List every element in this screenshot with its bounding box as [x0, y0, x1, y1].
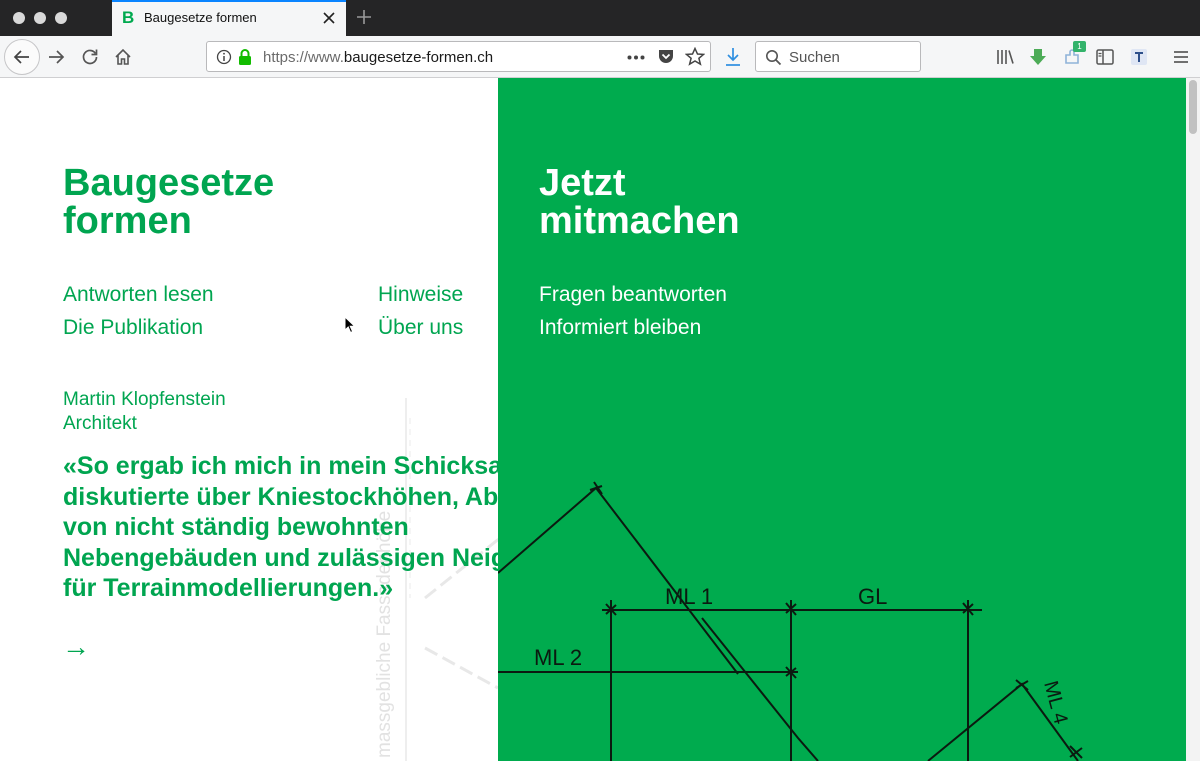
search-input[interactable]: Suchen	[755, 41, 921, 72]
forward-button[interactable]	[41, 42, 71, 72]
tab-baugesetze[interactable]: B Baugesetze formen	[112, 0, 346, 36]
author-role: Architekt	[63, 413, 137, 434]
sidebar-button[interactable]	[1090, 42, 1120, 72]
search-placeholder: Suchen	[789, 49, 840, 66]
back-arrow-icon	[13, 50, 29, 64]
library-icon	[997, 50, 1014, 64]
plan-label-ml4: ML 4	[1039, 679, 1072, 727]
read-more-arrow-icon[interactable]: →	[62, 632, 90, 662]
close-window-button[interactable]	[13, 12, 25, 24]
sidebar-icon	[1096, 49, 1114, 65]
url-bar[interactable]: https://www.baugesetze-formen.ch	[206, 41, 711, 72]
plan-label-ml1: ML 1	[665, 584, 713, 609]
lock-icon[interactable]	[237, 48, 253, 66]
tab-strip: B Baugesetze formen	[0, 0, 1200, 36]
hamburger-menu-icon	[1174, 51, 1188, 63]
green-down-arrow-icon	[1030, 49, 1046, 65]
left-panel: massgebliche Fassadenhöhe Baugesetze for…	[0, 78, 498, 761]
nav-informiert-bleiben[interactable]: Informiert bleiben	[539, 315, 701, 341]
site-favicon-icon: B	[122, 8, 135, 27]
back-button[interactable]	[4, 39, 40, 75]
search-icon	[766, 50, 782, 66]
home-button[interactable]	[108, 42, 138, 72]
mouse-cursor-icon	[344, 316, 356, 334]
nav-die-publikation[interactable]: Die Publikation	[63, 315, 203, 341]
minimize-window-button[interactable]	[34, 12, 46, 24]
library-button[interactable]	[990, 42, 1020, 72]
close-tab-icon[interactable]	[320, 7, 338, 29]
extension-download-button[interactable]	[1023, 42, 1053, 72]
extension-badge: 1	[1073, 41, 1086, 52]
featured-quote[interactable]: «So ergab ich mich in mein Schicksal und…	[63, 451, 498, 604]
scrollbar-thumb[interactable]	[1189, 80, 1197, 134]
quote-author: Martin Klopfenstein Architekt	[63, 388, 226, 436]
bookmark-star-icon[interactable]	[685, 47, 705, 66]
pocket-icon[interactable]	[657, 48, 675, 65]
web-page: massgebliche Fassadenhöhe Baugesetze for…	[0, 78, 1200, 761]
plan-label-ml2: ML 2	[534, 645, 582, 670]
nav-antworten-lesen[interactable]: Antworten lesen	[63, 282, 214, 308]
tab-title: Baugesetze formen	[144, 10, 257, 25]
menu-button[interactable]	[1166, 42, 1196, 72]
nav-hinweise[interactable]: Hinweise	[378, 282, 463, 308]
navigation-toolbar: https://www.baugesetze-formen.ch Suchen	[0, 36, 1200, 78]
plan-label-gl: GL	[858, 584, 887, 609]
nav-ueber-uns[interactable]: Über uns	[378, 315, 463, 341]
download-icon	[726, 48, 740, 66]
site-title[interactable]: Baugesetze formen	[63, 164, 274, 240]
info-icon[interactable]	[216, 49, 232, 65]
text-extension-icon	[1131, 49, 1147, 65]
maximize-window-button[interactable]	[55, 12, 67, 24]
right-panel: ML 1 GL ML 2 ML 4 Jetzt mitmachen Fragen…	[498, 78, 1186, 761]
forward-arrow-icon	[49, 50, 65, 64]
author-name: Martin Klopfenstein	[63, 389, 226, 410]
url-prefix: https://www.	[263, 49, 344, 66]
page-scrollbar[interactable]	[1186, 78, 1200, 761]
reload-button[interactable]	[75, 42, 105, 72]
nav-fragen-beantworten[interactable]: Fragen beantworten	[539, 282, 727, 308]
browser-window: B Baugesetze formen https://www.baugeset…	[0, 0, 1200, 761]
new-tab-icon[interactable]	[355, 7, 373, 27]
url-text: https://www.baugesetze-formen.ch	[263, 49, 493, 66]
home-icon	[115, 48, 131, 65]
reader-extension-button[interactable]	[1124, 42, 1154, 72]
downloads-button[interactable]	[718, 42, 748, 72]
section-title-mitmachen[interactable]: Jetzt mitmachen	[539, 164, 740, 240]
reload-icon	[82, 49, 98, 65]
page-actions-icon[interactable]	[627, 55, 645, 60]
url-host: baugesetze-formen.ch	[343, 49, 494, 66]
